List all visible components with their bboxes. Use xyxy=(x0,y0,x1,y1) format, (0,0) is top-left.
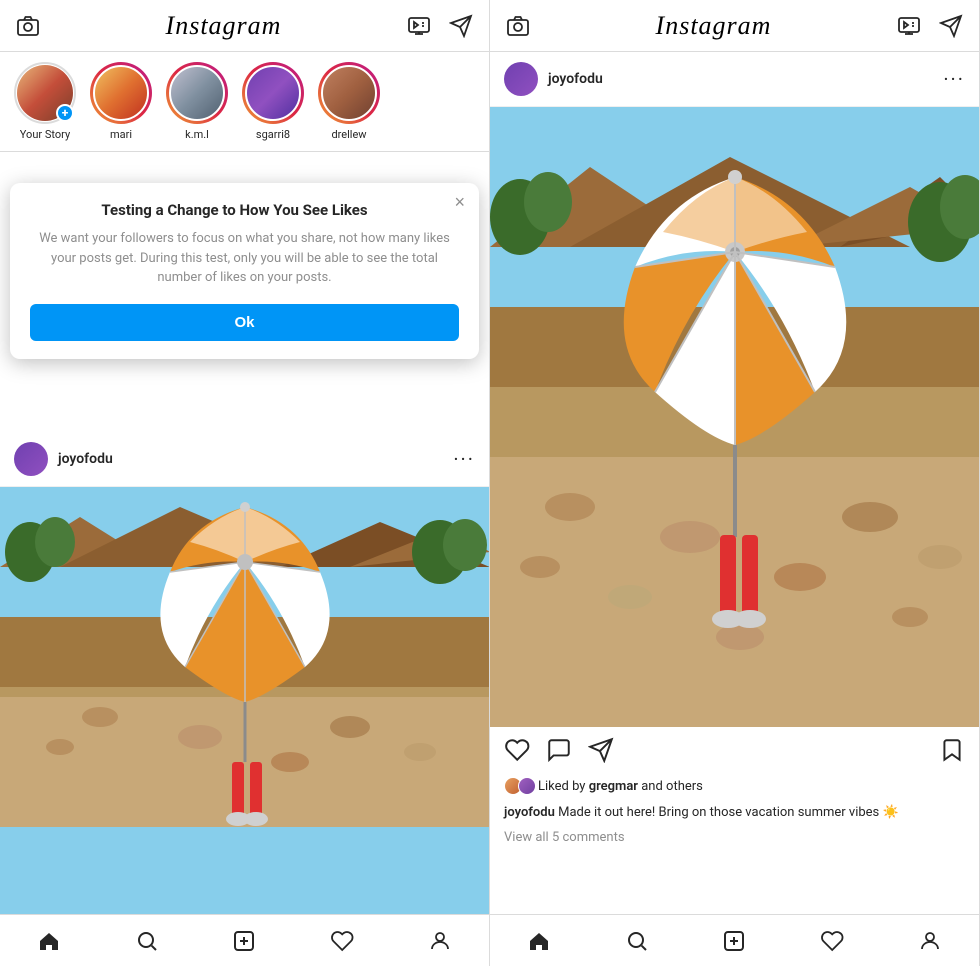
nav-add-icon-right[interactable] xyxy=(712,919,756,963)
bookmark-button-right[interactable] xyxy=(939,737,965,763)
paper-plane-icon-right[interactable] xyxy=(939,14,963,38)
instagram-logo-right: Instagram xyxy=(656,11,772,41)
left-post-avatar xyxy=(14,442,48,476)
right-post-more-icon[interactable]: ··· xyxy=(943,69,965,89)
popup-body: We want your followers to focus on what … xyxy=(30,229,459,288)
kml-label: k.m.l xyxy=(185,128,209,141)
plus-badge: + xyxy=(56,104,74,122)
header-icons xyxy=(407,14,473,38)
popup-close-button[interactable]: × xyxy=(454,193,465,211)
right-likes-text: Liked by gregmar and others xyxy=(538,779,703,794)
share-button-right[interactable] xyxy=(588,737,614,763)
mari-avatar-wrap xyxy=(90,62,152,124)
left-post-header: joyofodu ··· xyxy=(0,432,489,487)
right-post-username[interactable]: joyofodu xyxy=(548,71,943,87)
right-action-bar xyxy=(490,727,979,773)
kml-avatar xyxy=(169,65,225,121)
sgarri8-avatar-wrap xyxy=(242,62,304,124)
right-bottom-nav xyxy=(490,914,979,966)
left-post-image xyxy=(0,487,489,914)
notification-popup: × Testing a Change to How You See Likes … xyxy=(10,183,479,359)
right-panel: Instagram joyofodu ··· xyxy=(490,0,980,966)
likes-avatar-2 xyxy=(518,777,536,795)
kml-avatar-wrap xyxy=(166,62,228,124)
left-bottom-nav xyxy=(0,914,489,966)
sgarri8-label: sgarri8 xyxy=(256,128,290,141)
story-item-mari[interactable]: mari xyxy=(90,62,152,141)
story-item-kml[interactable]: k.m.l xyxy=(166,62,228,141)
sgarri8-avatar xyxy=(245,65,301,121)
drellew-label: drellew xyxy=(331,128,366,141)
right-header-icons xyxy=(897,14,963,38)
popup-ok-button[interactable]: Ok xyxy=(30,304,459,341)
left-header: Instagram xyxy=(0,0,489,52)
likes-text-others: and others xyxy=(641,779,703,794)
right-caption-username[interactable]: joyofodu xyxy=(504,805,555,820)
story-item-sgarri8[interactable]: sgarri8 xyxy=(242,62,304,141)
right-post-image-svg xyxy=(490,107,979,727)
post-header-spacer: joyofodu ··· xyxy=(0,432,489,487)
right-post-image xyxy=(490,107,979,727)
left-panel: Instagram + Your Story xyxy=(0,0,490,966)
nav-profile-icon-right[interactable] xyxy=(908,919,952,963)
nav-profile-icon-left[interactable] xyxy=(418,919,462,963)
mari-label: mari xyxy=(110,128,132,141)
instagram-logo: Instagram xyxy=(166,11,282,41)
nav-heart-icon-right[interactable] xyxy=(810,919,854,963)
popup-title: Testing a Change to How You See Likes xyxy=(30,201,459,219)
story-item-your-story[interactable]: + Your Story xyxy=(14,62,76,141)
right-header: Instagram xyxy=(490,0,979,52)
left-post-more-icon[interactable]: ··· xyxy=(453,449,475,469)
right-post-header: joyofodu ··· xyxy=(490,52,979,107)
drellew-avatar xyxy=(321,65,377,121)
paper-plane-icon[interactable] xyxy=(449,14,473,38)
nav-search-icon-left[interactable] xyxy=(125,919,169,963)
like-button-right[interactable] xyxy=(504,737,530,763)
nav-home-icon-right[interactable] xyxy=(517,919,561,963)
camera-icon[interactable] xyxy=(16,14,40,38)
tv-icon[interactable] xyxy=(407,14,431,38)
your-story-label: Your Story xyxy=(20,128,70,141)
camera-icon-right[interactable] xyxy=(506,14,530,38)
right-likes-section: Liked by gregmar and others xyxy=(490,773,979,799)
drellew-avatar-wrap xyxy=(318,62,380,124)
right-caption-text: Made it out here! Bring on those vacatio… xyxy=(558,805,899,820)
your-story-avatar-wrap: + xyxy=(14,62,76,124)
nav-search-icon-right[interactable] xyxy=(615,919,659,963)
stories-bar: + Your Story mari k.m.l sgarri8 xyxy=(0,52,489,152)
nav-add-icon-left[interactable] xyxy=(222,919,266,963)
likes-text-liked: Liked by xyxy=(538,779,589,794)
right-comments-link[interactable]: View all 5 comments xyxy=(490,827,979,851)
left-post-image-svg xyxy=(0,487,489,827)
right-likes-avatars xyxy=(504,777,532,795)
right-caption: joyofodu Made it out here! Bring on thos… xyxy=(490,799,979,827)
left-post-username[interactable]: joyofodu xyxy=(58,451,453,467)
story-item-drellew[interactable]: drellew xyxy=(318,62,380,141)
likes-text-username[interactable]: gregmar xyxy=(589,779,638,794)
mari-avatar xyxy=(93,65,149,121)
nav-heart-icon-left[interactable] xyxy=(320,919,364,963)
right-action-icons-left xyxy=(504,737,939,763)
right-post-avatar xyxy=(504,62,538,96)
nav-home-icon-left[interactable] xyxy=(27,919,71,963)
comment-button-right[interactable] xyxy=(546,737,572,763)
tv-icon-right[interactable] xyxy=(897,14,921,38)
